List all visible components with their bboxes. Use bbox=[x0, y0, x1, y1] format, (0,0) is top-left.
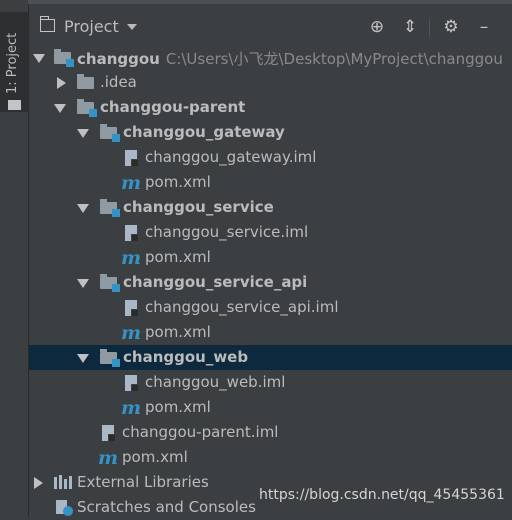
module-folder-icon bbox=[100, 274, 120, 292]
module-folder-icon bbox=[77, 99, 97, 117]
maven-icon: m bbox=[121, 397, 142, 419]
project-tool-tab-label: 1: Project bbox=[5, 32, 20, 94]
folder-icon bbox=[77, 74, 94, 89]
project-folder-icon bbox=[40, 16, 55, 32]
gear-icon[interactable]: ⚙ bbox=[441, 17, 461, 37]
iml-file-icon bbox=[125, 300, 139, 317]
node-label: changgou_service_api.iml bbox=[145, 298, 339, 316]
iml-file-icon bbox=[102, 425, 116, 442]
node-label: changgou_gateway bbox=[123, 123, 285, 141]
node-label: changgou-parent bbox=[100, 98, 246, 116]
maven-icon: m bbox=[121, 322, 142, 344]
iml-file-icon bbox=[125, 150, 139, 167]
iml-file-icon bbox=[125, 375, 139, 392]
node-label: .idea bbox=[100, 73, 137, 91]
tree-node-changgou-web[interactable]: changgou_web bbox=[29, 345, 512, 370]
project-tree: changgou C:\Users\小飞龙\Desktop\MyProject\c… bbox=[29, 45, 512, 517]
project-tool-tab[interactable]: 1: Project bbox=[0, 12, 28, 112]
minimize-icon[interactable]: – bbox=[474, 17, 494, 37]
tree-node-changgou-service[interactable]: changgou_service bbox=[29, 195, 512, 220]
node-label: pom.xml bbox=[145, 173, 211, 191]
maven-icon: m bbox=[121, 247, 142, 269]
tree-node-gateway-iml[interactable]: changgou_gateway.iml bbox=[29, 145, 512, 170]
tree-node-web-pom[interactable]: m pom.xml bbox=[29, 395, 512, 420]
node-label: pom.xml bbox=[145, 248, 211, 266]
node-label: changgou_web.iml bbox=[145, 373, 286, 391]
maven-icon: m bbox=[121, 172, 142, 194]
node-label: changgou_service_api bbox=[123, 273, 308, 291]
node-label: Scratches and Consoles bbox=[77, 498, 256, 516]
view-selector-label[interactable]: Project bbox=[64, 17, 119, 36]
expand-arrow-icon[interactable] bbox=[77, 279, 89, 288]
folder-icon bbox=[8, 100, 21, 110]
tree-node-changgou-parent[interactable]: changgou-parent bbox=[29, 95, 512, 120]
node-label: changgou_service.iml bbox=[145, 223, 309, 241]
module-folder-icon bbox=[100, 199, 120, 217]
module-folder-icon bbox=[100, 124, 120, 142]
collapsed-arrow-icon[interactable] bbox=[34, 477, 43, 489]
expand-arrow-icon[interactable] bbox=[77, 129, 89, 138]
node-label: pom.xml bbox=[145, 323, 211, 341]
tree-node-service-api-pom[interactable]: m pom.xml bbox=[29, 320, 512, 345]
expand-arrow-icon[interactable] bbox=[77, 354, 89, 363]
expand-arrow-icon[interactable] bbox=[77, 204, 89, 213]
node-label: changgou_gateway.iml bbox=[145, 148, 317, 166]
tree-node-web-iml[interactable]: changgou_web.iml bbox=[29, 370, 512, 395]
expand-arrow-icon[interactable] bbox=[54, 104, 66, 113]
tree-node-parent-pom[interactable]: m pom.xml bbox=[29, 445, 512, 470]
tree-node-idea[interactable]: .idea bbox=[29, 70, 512, 95]
locate-icon[interactable]: ⊕ bbox=[367, 17, 387, 37]
module-folder-icon bbox=[100, 349, 120, 367]
node-path: C:\Users\小飞龙\Desktop\MyProject\changgou bbox=[165, 50, 503, 68]
module-folder-icon bbox=[54, 49, 74, 67]
tree-node-changgou-service-api[interactable]: changgou_service_api bbox=[29, 270, 512, 295]
maven-icon: m bbox=[98, 447, 119, 469]
tree-node-service-pom[interactable]: m pom.xml bbox=[29, 245, 512, 270]
watermark: https://blog.csdn.net/qq_45455361 bbox=[259, 487, 505, 503]
node-label: External Libraries bbox=[77, 473, 209, 491]
tree-node-changgou-gateway[interactable]: changgou_gateway bbox=[29, 120, 512, 145]
collapse-all-icon[interactable]: ⇕ bbox=[400, 17, 420, 37]
collapsed-arrow-icon[interactable] bbox=[57, 77, 66, 89]
tree-node-service-api-iml[interactable]: changgou_service_api.iml bbox=[29, 295, 512, 320]
node-label: changgou_service bbox=[123, 198, 274, 216]
library-icon bbox=[54, 475, 72, 489]
expand-arrow-icon[interactable] bbox=[33, 54, 45, 63]
chevron-down-icon[interactable] bbox=[127, 24, 137, 30]
toolbar-separator bbox=[429, 19, 430, 37]
scratch-icon bbox=[56, 500, 73, 516]
tool-window-strip: 1: Project bbox=[0, 0, 29, 517]
iml-file-icon bbox=[125, 225, 139, 242]
top-border bbox=[28, 0, 512, 4]
project-panel-header: Project ⊕ ⇕ ⚙ – bbox=[29, 8, 512, 42]
tree-node-changgou[interactable]: changgou C:\Users\小飞龙\Desktop\MyProject\c… bbox=[29, 45, 512, 70]
tree-node-service-iml[interactable]: changgou_service.iml bbox=[29, 220, 512, 245]
node-label: changgou bbox=[77, 50, 160, 68]
node-label: pom.xml bbox=[145, 398, 211, 416]
tree-node-parent-iml[interactable]: changgou-parent.iml bbox=[29, 420, 512, 445]
node-label: changgou_web bbox=[123, 348, 249, 366]
node-label: pom.xml bbox=[122, 448, 188, 466]
node-label: changgou-parent.iml bbox=[122, 423, 279, 441]
tree-node-gateway-pom[interactable]: m pom.xml bbox=[29, 170, 512, 195]
